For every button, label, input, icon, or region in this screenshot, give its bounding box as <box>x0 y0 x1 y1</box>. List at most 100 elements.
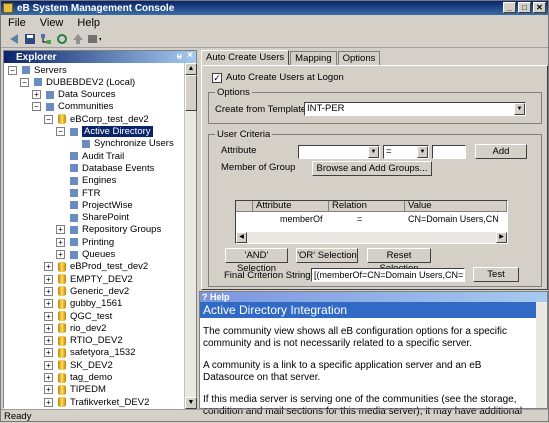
grid-cell-attribute[interactable]: memberOf <box>280 214 323 224</box>
value-input[interactable] <box>432 145 466 159</box>
scroll-right-icon[interactable]: ▶ <box>496 232 507 243</box>
chevron-down-icon[interactable]: ▼ <box>514 103 525 115</box>
view-icon[interactable] <box>87 32 101 46</box>
final-criterion-field[interactable]: [(memberOf=CN=Domain Users,CN=Users,DC= <box>311 268 465 282</box>
tree-node[interactable]: + Generic_dev2 <box>44 285 129 297</box>
tree-node[interactable]: Audit Trail <box>56 150 124 162</box>
tree-node[interactable]: + Trafikverket_DEV2 <box>44 396 149 408</box>
template-select[interactable]: INT-PER ▼ <box>304 102 526 116</box>
expand-icon[interactable]: + <box>32 90 41 100</box>
criteria-grid[interactable]: Attribute Relation Value memberOf = CN=D… <box>235 200 508 244</box>
tree-node[interactable]: + QGC_test <box>44 310 112 322</box>
tree-node[interactable]: + gubby_1561 <box>44 298 122 310</box>
menu-view[interactable]: View <box>33 17 71 29</box>
scroll-down-icon[interactable]: ▼ <box>185 397 197 409</box>
nav-back-icon[interactable] <box>7 32 21 46</box>
add-button[interactable]: Add <box>475 144 527 159</box>
tab-options[interactable]: Options <box>337 51 381 65</box>
or-selection-button[interactable]: 'OR' Selection <box>296 248 358 263</box>
tree-node[interactable]: Engines <box>56 175 116 187</box>
tree-node[interactable]: + tag_demo <box>44 372 112 384</box>
auto-create-checkbox[interactable]: ✓ Auto Create Users at Logon <box>212 72 344 83</box>
collapse-icon[interactable]: − <box>20 77 29 87</box>
tree-node[interactable]: − Servers <box>8 64 67 76</box>
collapse-icon[interactable]: − <box>8 65 17 75</box>
tree-node[interactable]: + Printing <box>56 236 114 248</box>
tree-node[interactable]: + EMPTY_DEV2 <box>44 273 133 285</box>
expand-icon[interactable]: + <box>56 250 65 259</box>
expand-icon[interactable]: + <box>44 274 53 284</box>
grid-hscrollbar[interactable]: ◀ ▶ <box>236 232 507 243</box>
tree-node-label: safetyora_1532 <box>70 347 136 359</box>
tree-node[interactable]: Database Events <box>56 162 154 174</box>
refresh-icon[interactable] <box>55 32 69 46</box>
reset-selection-button[interactable]: Reset Selection <box>367 248 431 274</box>
help-scrollbar[interactable] <box>536 302 547 408</box>
close-button[interactable]: ✕ <box>533 2 546 13</box>
tab-mapping[interactable]: Mapping <box>290 51 337 65</box>
expand-icon[interactable]: + <box>44 336 53 346</box>
expand-icon[interactable]: + <box>44 385 53 395</box>
tree-node[interactable]: ProjectWise <box>56 199 133 211</box>
tree-node[interactable]: − eBCorp_test_dev2 <box>44 113 149 125</box>
grid-cell-relation[interactable]: = <box>357 214 362 224</box>
tree-node[interactable]: + SK_DEV2 <box>44 359 113 371</box>
expand-icon[interactable]: + <box>56 225 65 235</box>
operator-select[interactable]: = ▼ <box>383 145 429 159</box>
menu-file[interactable]: File <box>1 17 33 29</box>
tree-node[interactable]: + RTIO_DEV2 <box>44 335 123 347</box>
collapse-icon[interactable]: − <box>56 127 65 136</box>
explorer-close-icon[interactable]: × <box>187 50 193 61</box>
tree-node[interactable]: + rio_dev2 <box>44 322 106 334</box>
tree-node[interactable]: + safetyora_1532 <box>44 347 136 359</box>
expand-icon[interactable]: + <box>44 323 53 333</box>
grid-header-relation[interactable]: Relation <box>329 201 405 212</box>
expand-icon[interactable]: + <box>56 237 65 247</box>
explorer-scrollbar[interactable]: ▲ ▼ <box>184 63 197 409</box>
maximize-button[interactable]: □ <box>518 2 531 13</box>
tree-node-label: Audit Trail <box>82 150 125 162</box>
minimize-button[interactable]: _ <box>503 2 516 13</box>
tree-node[interactable]: − DUBEBDEV2 (Local) <box>20 76 135 88</box>
tree-node[interactable]: FTR <box>56 187 100 199</box>
chevron-down-icon[interactable]: ▼ <box>417 146 428 158</box>
criteria-group-label: User Criteria <box>215 129 273 140</box>
tree-node[interactable]: + Queues <box>56 249 115 261</box>
scroll-thumb[interactable] <box>185 75 197 111</box>
up-icon[interactable] <box>71 32 85 46</box>
expand-icon[interactable]: + <box>44 360 53 370</box>
scroll-left-icon[interactable]: ◀ <box>236 232 247 243</box>
expand-icon[interactable]: + <box>44 348 53 358</box>
tree-node[interactable]: − Active Directory <box>56 126 153 138</box>
browse-groups-button[interactable]: Browse and Add Groups... <box>312 161 432 176</box>
scroll-up-icon[interactable]: ▲ <box>185 63 197 75</box>
grid-cell-value[interactable]: CN=Domain Users,CN <box>408 214 499 224</box>
tree-node[interactable]: − Communities <box>32 101 113 113</box>
checkbox-box[interactable]: ✓ <box>212 72 222 83</box>
grid-header-value[interactable]: Value <box>405 201 507 212</box>
expand-icon[interactable]: + <box>44 397 53 407</box>
test-button[interactable]: Test <box>473 267 519 282</box>
pin-icon[interactable]: ᵾ <box>177 51 182 61</box>
tree-node[interactable]: + Data Sources <box>32 89 116 101</box>
expand-icon[interactable]: + <box>44 373 53 382</box>
tree-node[interactable]: + TIPEDM <box>44 384 106 396</box>
tree-node[interactable]: SharePoint <box>56 212 129 224</box>
expand-icon[interactable]: + <box>44 311 53 321</box>
save-icon[interactable] <box>23 32 37 46</box>
chevron-down-icon[interactable]: ▼ <box>368 146 379 158</box>
tree-node[interactable]: + eBProd_test_dev2 <box>44 261 148 273</box>
expand-icon[interactable]: + <box>44 286 53 296</box>
collapse-icon[interactable]: − <box>32 102 41 112</box>
expand-icon[interactable]: + <box>44 262 53 272</box>
tree-icon[interactable] <box>39 32 53 46</box>
attribute-select[interactable]: ▼ <box>298 145 380 159</box>
expand-icon[interactable]: + <box>44 299 53 309</box>
tree-node[interactable]: Synchronize Users <box>68 138 174 150</box>
grid-header-attribute[interactable]: Attribute <box>253 201 329 212</box>
tree-node[interactable]: + Repository Groups <box>56 224 161 236</box>
tab-auto-create-users[interactable]: Auto Create Users <box>201 50 290 65</box>
and-selection-button[interactable]: 'AND' Selection <box>225 248 288 274</box>
menu-help[interactable]: Help <box>70 17 107 29</box>
collapse-icon[interactable]: − <box>44 114 53 124</box>
